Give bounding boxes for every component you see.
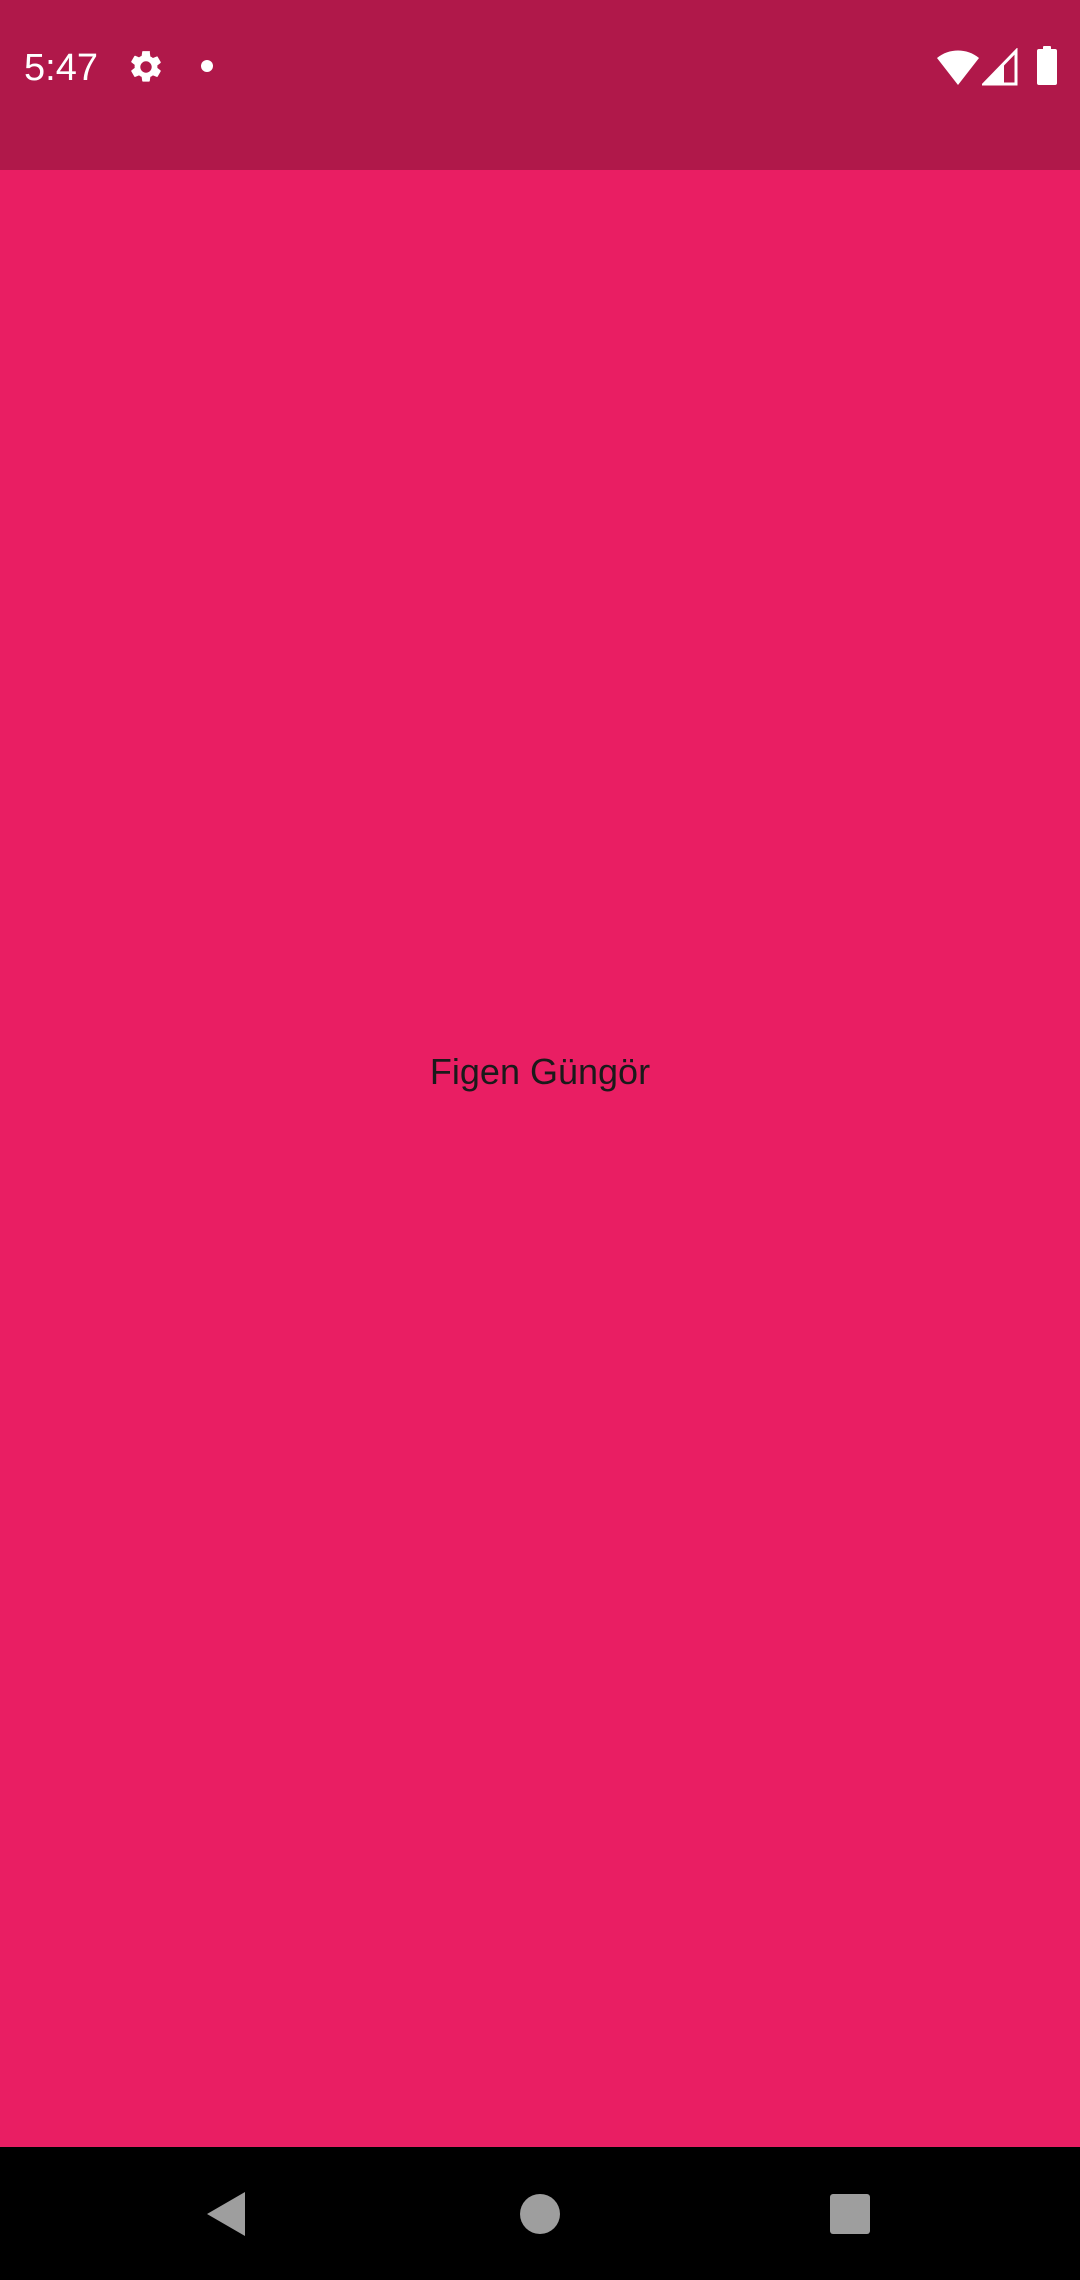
status-time: 5:47 [24,47,98,89]
cell-signal-icon [982,48,1018,86]
settings-gear-icon [131,51,161,82]
status-bar: 5:47 [0,0,1080,170]
battery-icon [1037,46,1057,85]
navigation-bar [0,2147,1080,2280]
home-icon[interactable] [519,2193,561,2235]
wifi-icon [937,50,979,85]
name-label: Figen Güngör [429,1051,651,1092]
recents-icon[interactable] [829,2193,871,2235]
main-content: Figen Güngör [0,170,1080,2147]
back-icon[interactable] [205,2190,247,2238]
notification-dot-icon [201,60,213,72]
